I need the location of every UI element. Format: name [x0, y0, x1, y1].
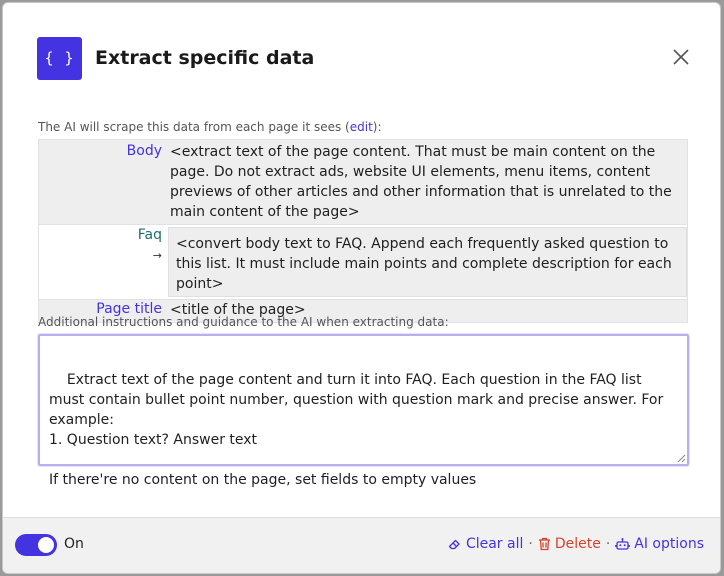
edit-link[interactable]: edit: [350, 120, 373, 134]
nested-arrow-icon: →: [152, 249, 162, 262]
dialog-header: { } Extract specific data: [37, 36, 696, 80]
footer-actions: Clear all · Delete · AI options: [448, 536, 704, 552]
close-icon: [673, 49, 689, 65]
eraser-icon: [448, 539, 460, 550]
clear-all-button[interactable]: Clear all: [448, 536, 523, 552]
close-button[interactable]: [666, 42, 696, 72]
field-value-faq: <convert body text to FAQ. Append each f…: [168, 227, 687, 297]
dialog-footer: On Clear all · Delete · AI options: [3, 517, 720, 573]
separator: ·: [528, 536, 533, 552]
ai-options-button[interactable]: AI options: [615, 536, 704, 552]
trash-icon: [538, 537, 550, 551]
field-row-faq[interactable]: Faq → <convert body text to FAQ. Append …: [38, 225, 688, 300]
braces-logo-icon: { }: [37, 36, 82, 80]
dialog-title: Extract specific data: [95, 47, 315, 69]
instructions-textarea[interactable]: Extract text of the page content and tur…: [37, 333, 690, 488]
delete-button[interactable]: Delete: [538, 536, 601, 552]
robot-icon: [615, 538, 631, 550]
resize-handle-icon[interactable]: [677, 454, 686, 463]
enable-toggle[interactable]: [15, 534, 57, 556]
field-name-faq: Faq: [137, 227, 162, 243]
extract-data-dialog: { } Extract specific data The AI will sc…: [2, 2, 721, 574]
toggle-label: On: [64, 536, 84, 552]
toggle-knob: [38, 537, 54, 553]
fields-table: Body <extract text of the page content. …: [38, 139, 688, 323]
scrape-caption: The AI will scrape this data from each p…: [38, 120, 382, 134]
instructions-label: Additional instructions and guidance to …: [38, 315, 449, 329]
field-value-body: <extract text of the page content. That …: [170, 144, 672, 220]
instructions-text: Extract text of the page content and tur…: [49, 372, 664, 488]
field-row-body[interactable]: Body <extract text of the page content. …: [38, 139, 688, 225]
separator: ·: [605, 536, 611, 552]
field-name-body: Body: [126, 143, 162, 159]
